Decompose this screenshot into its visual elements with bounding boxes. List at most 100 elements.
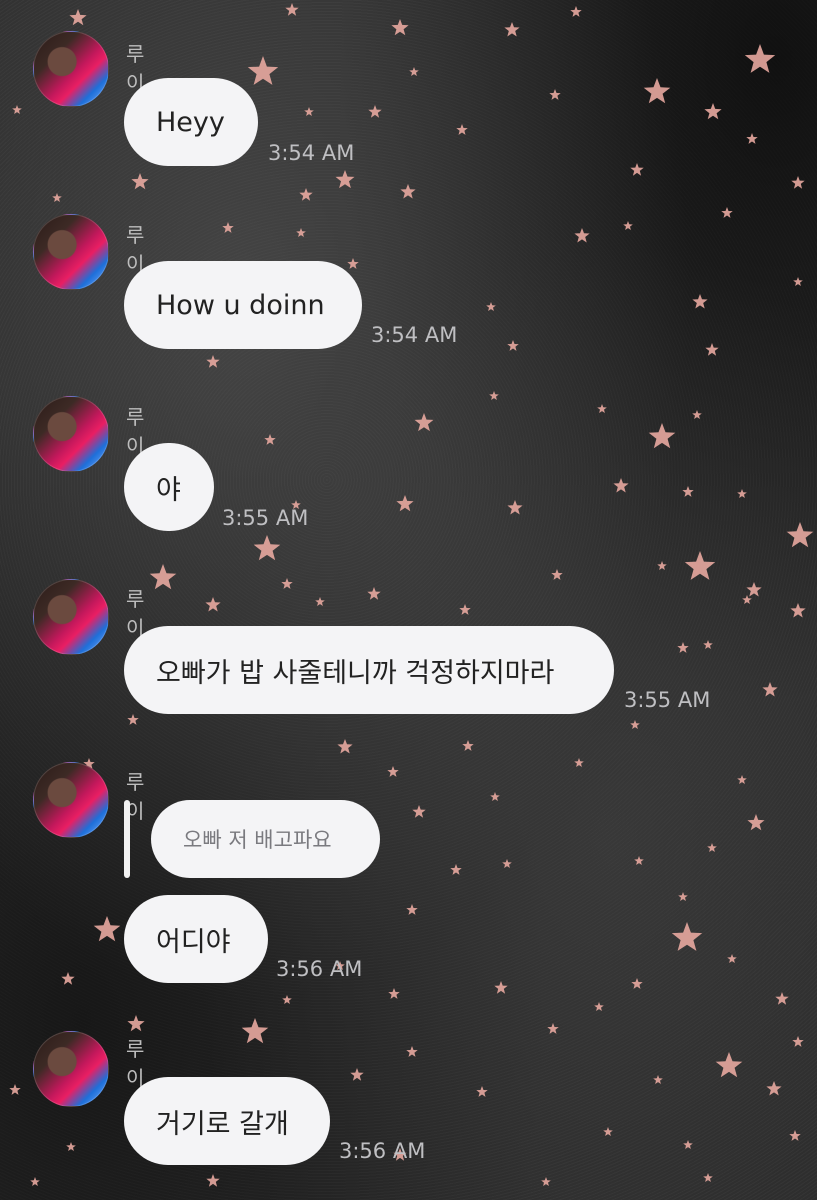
star-icon xyxy=(391,19,409,36)
star-icon xyxy=(766,1081,782,1096)
star-icon xyxy=(253,535,281,561)
star-icon xyxy=(504,22,520,37)
star-icon xyxy=(705,343,719,356)
star-icon xyxy=(400,184,416,199)
star-icon xyxy=(551,569,563,580)
star-icon xyxy=(737,775,747,784)
star-icon xyxy=(406,904,418,915)
star-icon xyxy=(304,107,314,116)
star-icon xyxy=(746,582,762,597)
star-icon xyxy=(462,740,474,751)
star-icon xyxy=(657,561,667,570)
star-icon xyxy=(789,1130,801,1141)
star-icon xyxy=(281,578,293,589)
star-icon xyxy=(222,222,234,233)
replied-message-preview[interactable]: 오빠 저 배고파요 xyxy=(151,800,380,878)
message-bubble[interactable]: 거기로 갈개 xyxy=(124,1077,330,1165)
star-icon xyxy=(476,1086,488,1097)
star-icon xyxy=(486,302,496,311)
star-icon xyxy=(653,1075,663,1084)
star-icon xyxy=(127,1015,145,1032)
star-icon xyxy=(414,413,434,432)
message-bubble[interactable]: 야 xyxy=(124,443,214,531)
star-icon xyxy=(737,489,747,498)
star-icon xyxy=(648,423,676,449)
star-icon xyxy=(790,603,806,618)
star-icon xyxy=(206,1174,220,1187)
star-icon xyxy=(315,597,325,606)
star-icon xyxy=(299,188,313,201)
avatar[interactable] xyxy=(33,1031,109,1107)
starry-background xyxy=(9,3,814,1187)
star-icon xyxy=(30,1177,40,1186)
star-icon xyxy=(671,922,703,951)
star-icon xyxy=(367,587,381,600)
star-icon xyxy=(347,258,359,269)
star-icon xyxy=(631,978,643,989)
avatar[interactable] xyxy=(33,396,109,472)
star-icon xyxy=(791,176,805,189)
star-icon xyxy=(247,56,279,85)
star-icon xyxy=(793,277,803,286)
star-icon xyxy=(285,3,299,16)
star-icon xyxy=(570,6,582,17)
star-icon xyxy=(507,340,519,351)
message-bubble[interactable]: 어디야 xyxy=(124,895,268,983)
star-icon xyxy=(742,595,752,604)
star-icon xyxy=(623,221,633,230)
star-icon xyxy=(368,105,382,118)
avatar[interactable] xyxy=(33,579,109,655)
message-bubble[interactable]: Heyy xyxy=(124,78,258,166)
star-icon xyxy=(549,89,561,100)
star-icon xyxy=(507,500,523,515)
star-icon xyxy=(459,604,471,615)
message-bubble[interactable]: How u doinn xyxy=(124,261,362,349)
avatar[interactable] xyxy=(33,31,109,107)
star-icon xyxy=(456,124,468,135)
star-icon xyxy=(682,486,694,497)
star-icon xyxy=(574,758,584,767)
sender-name: 루이 xyxy=(126,1037,145,1090)
star-icon xyxy=(335,170,355,189)
star-icon xyxy=(704,103,722,120)
star-icon xyxy=(786,522,814,548)
star-icon xyxy=(747,814,765,831)
star-icon xyxy=(762,682,778,697)
star-icon xyxy=(715,1052,743,1078)
star-icon xyxy=(541,1177,551,1186)
star-icon xyxy=(264,434,276,445)
star-icon xyxy=(396,495,414,512)
star-icon xyxy=(127,714,139,725)
message-timestamp: 3:56 AM xyxy=(339,1139,426,1163)
star-icon xyxy=(594,1002,604,1011)
avatar[interactable] xyxy=(33,762,109,838)
star-icon xyxy=(282,995,292,1004)
star-icon xyxy=(643,78,671,104)
star-icon xyxy=(692,294,708,309)
star-icon xyxy=(574,228,590,243)
message-timestamp: 3:54 AM xyxy=(371,323,458,347)
reply-indicator-bar xyxy=(124,800,130,878)
message-timestamp: 3:54 AM xyxy=(268,141,355,165)
star-icon xyxy=(350,1068,364,1081)
star-icon xyxy=(597,404,607,413)
star-icon xyxy=(746,133,758,144)
star-icon xyxy=(69,9,87,26)
star-icon xyxy=(406,1046,418,1057)
star-icon xyxy=(205,597,221,612)
star-icon xyxy=(490,792,500,801)
star-icon xyxy=(684,551,716,580)
star-icon xyxy=(388,988,400,999)
star-icon xyxy=(634,856,644,865)
star-icon xyxy=(721,207,733,218)
star-icon xyxy=(61,972,75,985)
star-icon xyxy=(9,1084,21,1095)
star-icon xyxy=(502,859,512,868)
star-icon xyxy=(450,864,462,875)
avatar[interactable] xyxy=(33,214,109,290)
star-icon xyxy=(703,640,713,649)
star-icon xyxy=(337,739,353,754)
message-bubble[interactable]: 오빠가 밥 사줄테니까 걱정하지마라 xyxy=(124,626,614,714)
star-icon xyxy=(613,478,629,493)
star-icon xyxy=(707,843,717,852)
